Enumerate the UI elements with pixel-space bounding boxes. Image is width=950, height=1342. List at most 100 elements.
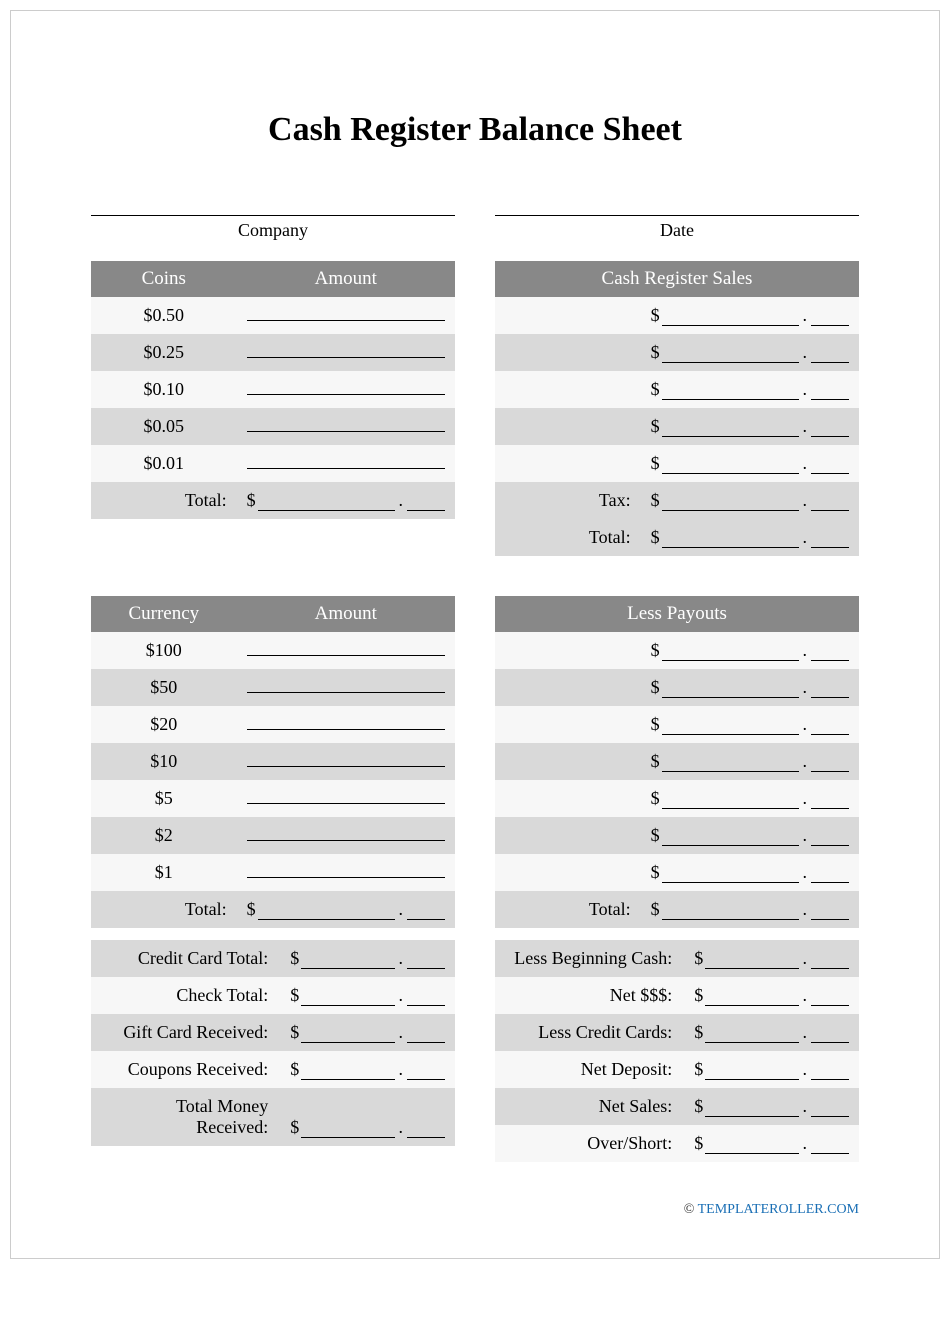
total-money-label: Total Money Received: <box>91 1088 280 1146</box>
less-credit-cards-input[interactable]: $. <box>694 1022 849 1043</box>
coupons-input[interactable]: $. <box>290 1059 445 1080</box>
less-beginning-cash-label: Less Beginning Cash: <box>495 940 684 977</box>
net-dollars-input[interactable]: $. <box>694 985 849 1006</box>
coupons-label: Coupons Received: <box>91 1051 280 1088</box>
coin-denom: $0.50 <box>91 297 237 334</box>
net-deposit-label: Net Deposit: <box>495 1051 684 1088</box>
dollar-sign: $ <box>651 899 660 920</box>
amount-input[interactable] <box>247 751 445 767</box>
check-total-input[interactable]: $. <box>290 985 445 1006</box>
total-money-input[interactable]: $. <box>290 1117 445 1138</box>
over-short-label: Over/Short: <box>495 1125 684 1162</box>
amount-input[interactable] <box>247 640 445 656</box>
amount-header: Amount <box>237 596 455 632</box>
sales-input[interactable]: $. <box>651 305 849 326</box>
credit-card-total-input[interactable]: $. <box>290 948 445 969</box>
currency-denom: $100 <box>91 632 237 669</box>
amount-header: Amount <box>237 261 455 297</box>
sales-total-input[interactable]: $. <box>651 527 849 548</box>
dollar-sign: $ <box>290 948 299 969</box>
dollar-sign: $ <box>694 948 703 969</box>
currency-total-label: Total: <box>91 891 237 928</box>
net-sales-input[interactable]: $. <box>694 1096 849 1117</box>
dollar-sign: $ <box>694 1059 703 1080</box>
amount-input[interactable] <box>247 305 445 321</box>
dollar-sign: $ <box>694 1096 703 1117</box>
dollar-sign: $ <box>651 490 660 511</box>
dollar-sign: $ <box>290 985 299 1006</box>
payout-input[interactable]: $. <box>651 788 849 809</box>
dollar-sign: $ <box>290 1059 299 1080</box>
over-short-input[interactable]: $. <box>694 1133 849 1154</box>
payout-input[interactable]: $. <box>651 825 849 846</box>
sales-input[interactable]: $. <box>651 342 849 363</box>
less-credit-cards-label: Less Credit Cards: <box>495 1014 684 1051</box>
amount-input[interactable] <box>247 677 445 693</box>
tax-input[interactable]: $. <box>651 490 849 511</box>
coins-total-label: Total: <box>91 482 237 519</box>
net-dollars-label: Net $$$: <box>495 977 684 1014</box>
dollar-sign: $ <box>247 490 256 511</box>
gift-card-label: Gift Card Received: <box>91 1014 280 1051</box>
page-title: Cash Register Balance Sheet <box>91 111 859 149</box>
currency-denom: $10 <box>91 743 237 780</box>
payout-input[interactable]: $. <box>651 714 849 735</box>
dollar-sign: $ <box>651 862 660 883</box>
coins-table: Coins Amount $0.50 $0.25 $0.10 $0.05 $0.… <box>91 261 455 519</box>
payout-input[interactable]: $. <box>651 640 849 661</box>
dollar-sign: $ <box>651 305 660 326</box>
coin-denom: $0.01 <box>91 445 237 482</box>
amount-input[interactable] <box>247 416 445 432</box>
gift-card-input[interactable]: $. <box>290 1022 445 1043</box>
currency-table: Currency Amount $100 $50 $20 $10 $5 $2 $… <box>91 596 455 928</box>
coin-denom: $0.05 <box>91 408 237 445</box>
amount-input[interactable] <box>247 342 445 358</box>
amount-input[interactable] <box>247 453 445 469</box>
dollar-sign: $ <box>290 1117 299 1138</box>
company-input-line[interactable] <box>91 194 455 216</box>
tax-label: Tax: <box>495 482 641 519</box>
amount-input[interactable] <box>247 862 445 878</box>
dollar-sign: $ <box>247 899 256 920</box>
net-deposit-input[interactable]: $. <box>694 1059 849 1080</box>
dollar-sign: $ <box>694 1022 703 1043</box>
payout-input[interactable]: $. <box>651 862 849 883</box>
credit-card-total-label: Credit Card Total: <box>91 940 280 977</box>
date-label: Date <box>495 220 859 241</box>
coin-denom: $0.10 <box>91 371 237 408</box>
summary-left-table: Credit Card Total: $. Check Total: $. Gift… <box>91 940 455 1146</box>
footer-link[interactable]: TEMPLATEROLLER.COM <box>698 1202 859 1217</box>
dollar-sign: $ <box>651 640 660 661</box>
dollar-sign: $ <box>651 453 660 474</box>
dollar-sign: $ <box>651 342 660 363</box>
amount-input[interactable] <box>247 825 445 841</box>
sales-header: Cash Register Sales <box>495 261 859 297</box>
dollar-sign: $ <box>651 751 660 772</box>
less-beginning-cash-input[interactable]: $. <box>694 948 849 969</box>
payout-input[interactable]: $. <box>651 677 849 698</box>
dollar-sign: $ <box>694 1133 703 1154</box>
currency-denom: $50 <box>91 669 237 706</box>
dollar-sign: $ <box>651 677 660 698</box>
payouts-total-input[interactable]: $. <box>651 899 849 920</box>
footer: © TEMPLATEROLLER.COM <box>91 1202 859 1218</box>
amount-input[interactable] <box>247 379 445 395</box>
currency-header: Currency <box>91 596 237 632</box>
currency-denom: $5 <box>91 780 237 817</box>
sales-input[interactable]: $. <box>651 453 849 474</box>
payout-input[interactable]: $. <box>651 751 849 772</box>
amount-input[interactable] <box>247 788 445 804</box>
currency-denom: $1 <box>91 854 237 891</box>
dollar-sign: $ <box>651 788 660 809</box>
date-input-line[interactable] <box>495 194 859 216</box>
amount-input[interactable] <box>247 714 445 730</box>
payouts-total-label: Total: <box>495 891 641 928</box>
sales-input[interactable]: $. <box>651 379 849 400</box>
net-sales-label: Net Sales: <box>495 1088 684 1125</box>
sales-total-label: Total: <box>495 519 641 556</box>
currency-total-input[interactable]: $. <box>247 899 445 920</box>
check-total-label: Check Total: <box>91 977 280 1014</box>
sales-input[interactable]: $. <box>651 416 849 437</box>
currency-denom: $20 <box>91 706 237 743</box>
coins-total-input[interactable]: $. <box>247 490 445 511</box>
